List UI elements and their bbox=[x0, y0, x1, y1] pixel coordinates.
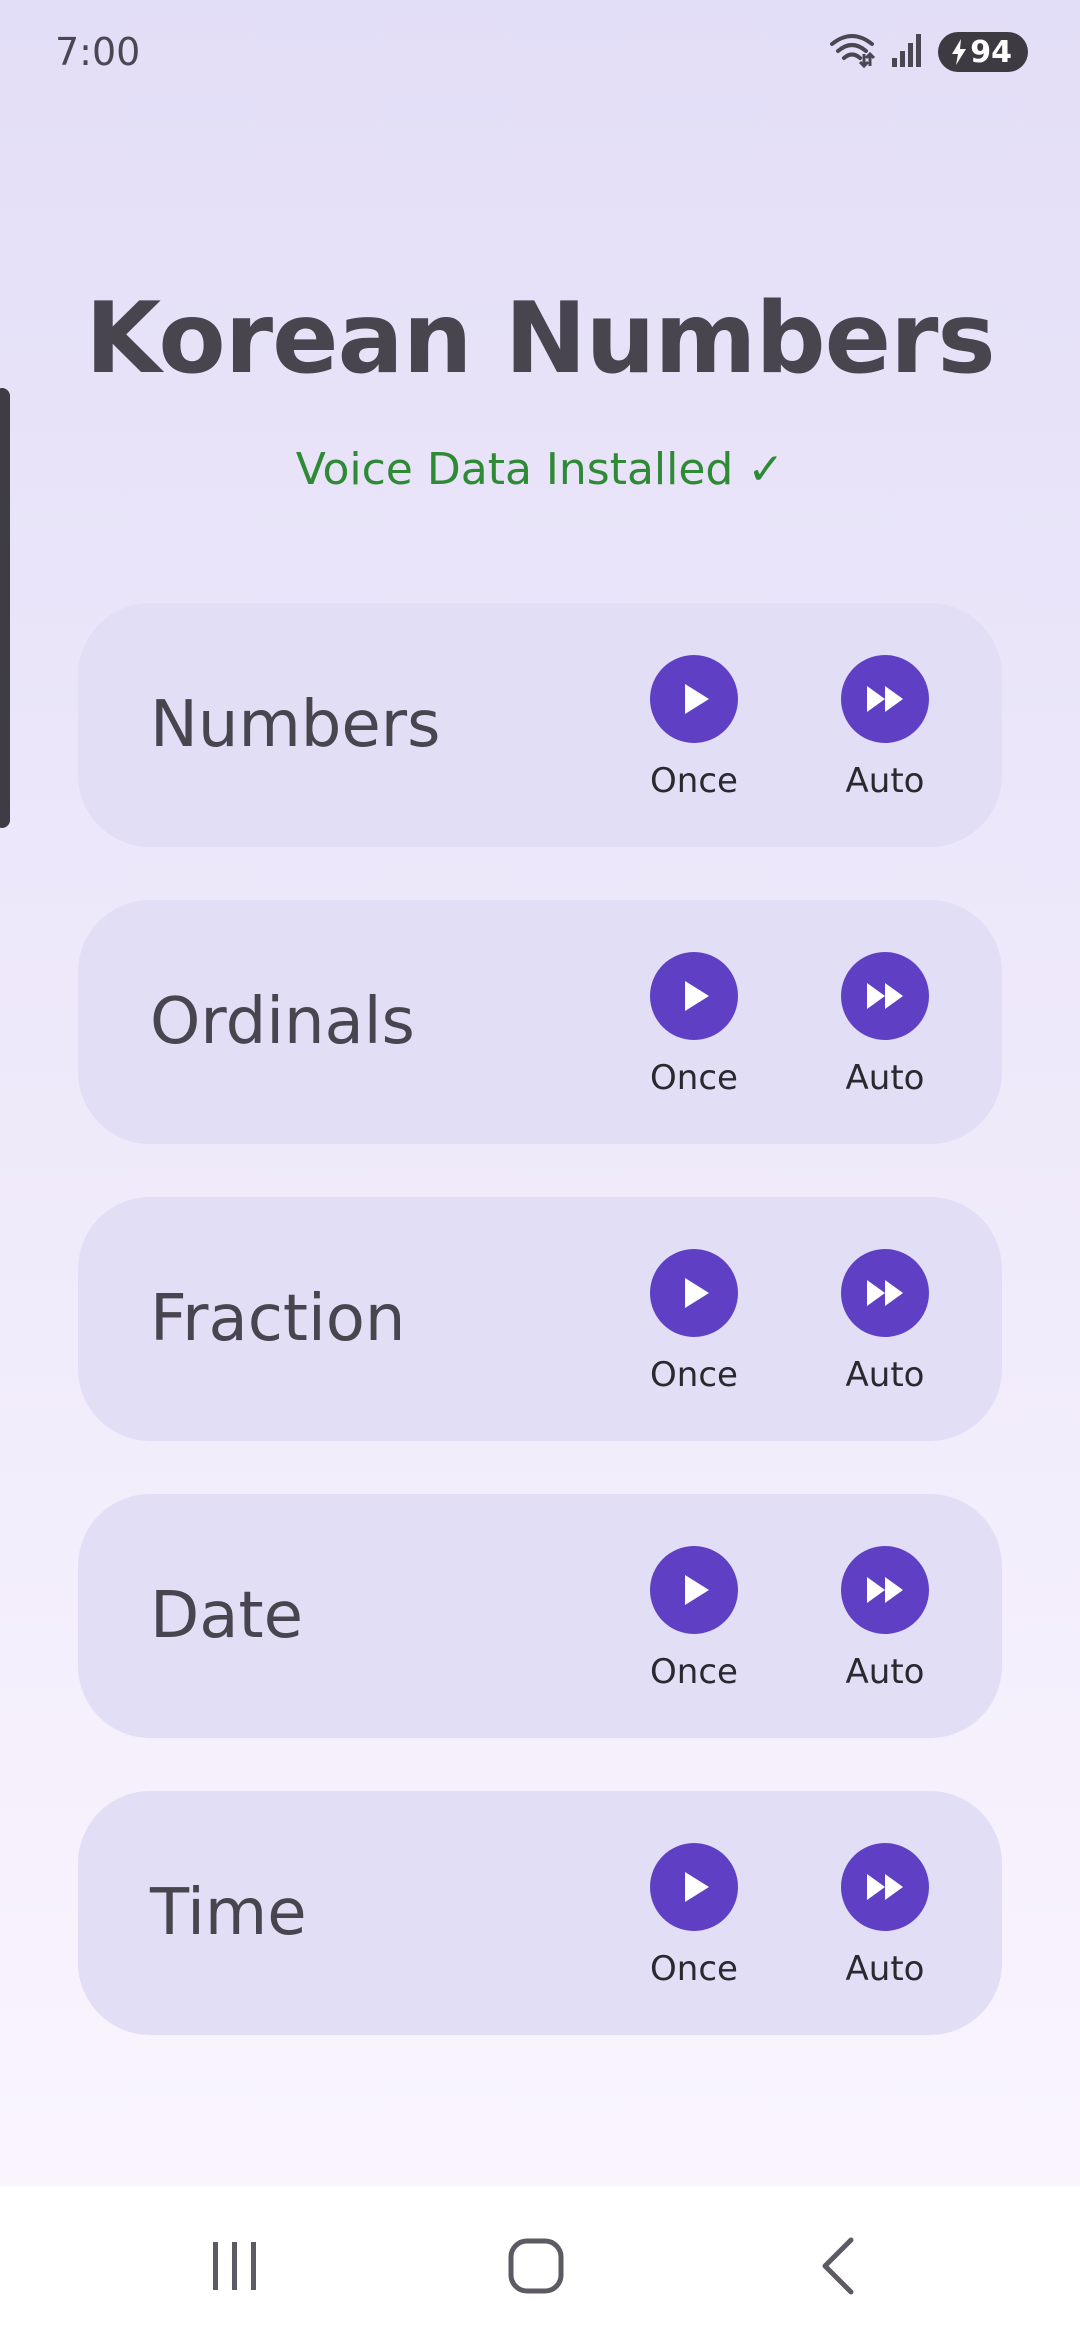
fast-forward-icon bbox=[867, 1874, 903, 1900]
fast-forward-icon bbox=[867, 686, 903, 712]
play-auto-button[interactable] bbox=[841, 655, 929, 743]
back-icon bbox=[822, 2237, 854, 2295]
once-control: Once bbox=[624, 655, 764, 801]
fast-forward-icon bbox=[867, 983, 903, 1009]
category-card-fraction: Fraction Once Auto bbox=[78, 1197, 1002, 1441]
category-label: Ordinals bbox=[150, 985, 415, 1059]
home-button[interactable] bbox=[486, 2216, 586, 2316]
once-label: Once bbox=[650, 1652, 738, 1692]
once-control: Once bbox=[624, 1546, 764, 1692]
category-list: Numbers Once Auto Ordinals Once Auto Fra… bbox=[78, 603, 1002, 2088]
navigation-bar bbox=[0, 2186, 1080, 2340]
once-control: Once bbox=[624, 1249, 764, 1395]
voice-status-text: Voice Data Installed ✓ bbox=[295, 444, 785, 495]
category-label: Date bbox=[150, 1579, 303, 1653]
once-label: Once bbox=[650, 1355, 738, 1395]
auto-control: Auto bbox=[815, 1843, 955, 1989]
auto-control: Auto bbox=[815, 1546, 955, 1692]
fast-forward-icon bbox=[867, 1577, 903, 1603]
play-icon bbox=[685, 1872, 709, 1902]
play-auto-button[interactable] bbox=[841, 1546, 929, 1634]
play-once-button[interactable] bbox=[650, 952, 738, 1040]
once-label: Once bbox=[650, 1949, 738, 1989]
auto-control: Auto bbox=[815, 1249, 955, 1395]
category-card-ordinals: Ordinals Once Auto bbox=[78, 900, 1002, 1144]
wifi-icon bbox=[828, 32, 876, 72]
play-auto-button[interactable] bbox=[841, 1249, 929, 1337]
auto-label: Auto bbox=[845, 1355, 925, 1395]
fast-forward-icon bbox=[867, 1280, 903, 1306]
recents-icon bbox=[213, 2242, 256, 2290]
auto-label: Auto bbox=[845, 1058, 925, 1098]
home-icon bbox=[508, 2238, 564, 2294]
category-card-date: Date Once Auto bbox=[78, 1494, 1002, 1738]
play-icon bbox=[685, 1278, 709, 1308]
play-icon bbox=[685, 1575, 709, 1605]
play-once-button[interactable] bbox=[650, 655, 738, 743]
once-label: Once bbox=[650, 1058, 738, 1098]
battery-indicator: 94 bbox=[938, 32, 1028, 72]
page-title: Korean Numbers bbox=[85, 282, 996, 396]
signal-icon bbox=[890, 32, 924, 72]
once-control: Once bbox=[624, 1843, 764, 1989]
category-card-time: Time Once Auto bbox=[78, 1791, 1002, 2035]
recents-button[interactable] bbox=[185, 2216, 285, 2316]
play-once-button[interactable] bbox=[650, 1843, 738, 1931]
category-label: Numbers bbox=[150, 688, 441, 762]
status-bar: 7:00 94 bbox=[0, 0, 1080, 110]
auto-label: Auto bbox=[845, 1949, 925, 1989]
battery-charging-icon bbox=[950, 38, 968, 66]
category-label: Time bbox=[150, 1876, 307, 1950]
play-auto-button[interactable] bbox=[841, 1843, 929, 1931]
play-auto-button[interactable] bbox=[841, 952, 929, 1040]
auto-control: Auto bbox=[815, 952, 955, 1098]
play-once-button[interactable] bbox=[650, 1249, 738, 1337]
play-icon bbox=[685, 981, 709, 1011]
play-once-button[interactable] bbox=[650, 1546, 738, 1634]
battery-level: 94 bbox=[970, 34, 1012, 70]
once-label: Once bbox=[650, 761, 738, 801]
auto-label: Auto bbox=[845, 1652, 925, 1692]
auto-label: Auto bbox=[845, 761, 925, 801]
auto-control: Auto bbox=[815, 655, 955, 801]
back-button[interactable] bbox=[790, 2216, 890, 2316]
category-card-numbers: Numbers Once Auto bbox=[78, 603, 1002, 847]
once-control: Once bbox=[624, 952, 764, 1098]
category-label: Fraction bbox=[150, 1282, 406, 1356]
status-time: 7:00 bbox=[55, 30, 141, 74]
play-icon bbox=[685, 684, 709, 714]
status-icons: 94 bbox=[828, 32, 1028, 72]
